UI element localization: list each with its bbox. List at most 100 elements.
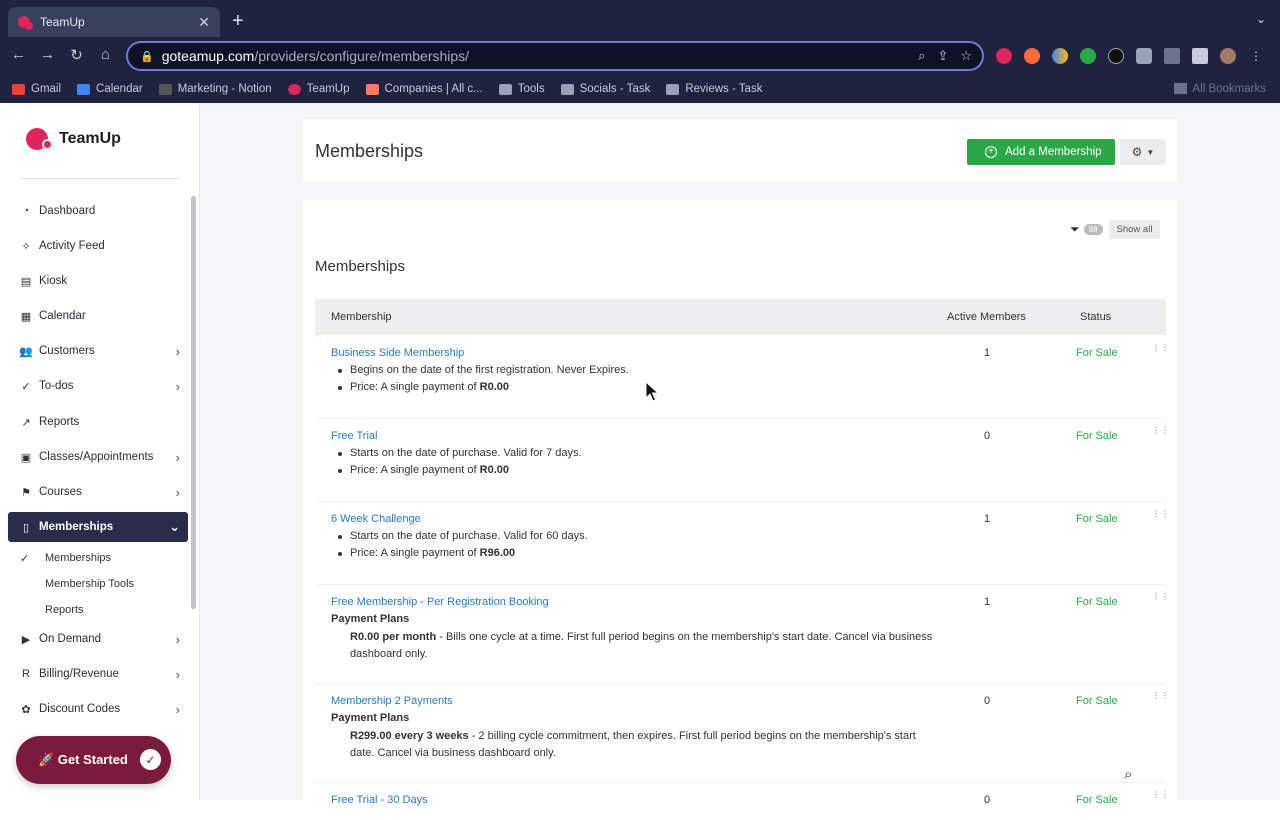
- chevron-right-icon[interactable]: ›: [176, 344, 180, 359]
- filter-icon[interactable]: ⏷: [1070, 222, 1080, 237]
- status-badge: For Sale: [1076, 347, 1118, 359]
- drag-handle-icon[interactable]: ⋮⋮: [1152, 692, 1169, 700]
- payment-plan-detail: R299.00 every 3 weeks - 2 billing cycle …: [350, 728, 940, 762]
- membership-link[interactable]: Free Trial: [331, 430, 377, 442]
- payment-plans-label: Payment Plans: [331, 613, 410, 625]
- sidebar-item-label: Discount Codes: [39, 703, 121, 715]
- share-icon[interactable]: ⇪: [937, 48, 948, 64]
- sidebar-item-billing-revenue[interactable]: R Billing/Revenue ›: [8, 659, 188, 689]
- tab-search-chevron-icon[interactable]: ⌄: [1256, 12, 1266, 26]
- chevron-right-icon[interactable]: ›: [176, 667, 180, 682]
- extension-icon[interactable]: [996, 48, 1012, 64]
- membership-link[interactable]: Membership 2 Payments: [331, 695, 453, 707]
- subnav-membership-tools[interactable]: Membership Tools: [45, 578, 134, 590]
- forward-icon[interactable]: →: [39, 46, 56, 64]
- bookmarks-bar: Gmail Calendar Marketing - Notion TeamUp…: [0, 78, 1280, 100]
- profile-avatar[interactable]: [1220, 48, 1236, 64]
- brand-logo[interactable]: TeamUp: [26, 127, 121, 150]
- bookmark-socials-task[interactable]: Socials - Task: [560, 83, 650, 95]
- bookmark-gmail[interactable]: Gmail: [12, 83, 61, 95]
- extension-icon[interactable]: [1024, 48, 1040, 64]
- courses-icon: ⚑: [21, 486, 31, 499]
- drag-handle-icon[interactable]: ⋮⋮: [1152, 344, 1169, 352]
- home-icon[interactable]: ⌂: [97, 46, 114, 64]
- drag-handle-icon[interactable]: ⋮⋮: [1152, 510, 1169, 518]
- search-icon[interactable]: ⌕: [1124, 766, 1132, 783]
- on-demand-icon: ▶: [21, 633, 31, 646]
- lock-icon[interactable]: 🔒: [140, 50, 154, 63]
- side-panel-icon[interactable]: [1192, 48, 1208, 64]
- price-value: R0.00: [479, 464, 509, 476]
- chevron-right-icon[interactable]: ›: [176, 702, 180, 717]
- sidebar-scrollbar[interactable]: [191, 196, 196, 609]
- membership-price: Price: A single payment of R96.00: [337, 547, 516, 559]
- membership-term: Starts on the date of purchase. Valid fo…: [338, 447, 582, 459]
- status-badge: For Sale: [1076, 430, 1118, 442]
- puzzle-extensions-icon[interactable]: [1136, 48, 1152, 64]
- chevron-right-icon[interactable]: ›: [176, 485, 180, 500]
- membership-link[interactable]: Free Membership - Per Registration Booki…: [331, 596, 549, 608]
- price-prefix: Price: A single payment of: [350, 464, 480, 476]
- teamup-favicon-icon: [18, 16, 30, 28]
- bookmark-companies[interactable]: Companies | All c...: [365, 83, 483, 95]
- membership-link[interactable]: Business Side Membership: [331, 347, 464, 359]
- browser-menu-icon[interactable]: ⋮: [1248, 48, 1264, 64]
- add-membership-button[interactable]: + Add a Membership: [967, 139, 1115, 165]
- extension-icon[interactable]: [1052, 48, 1068, 64]
- sidebar-item-on-demand[interactable]: ▶ On Demand ›: [8, 624, 188, 654]
- sidebar-item-reports[interactable]: ↗ Reports: [8, 407, 188, 437]
- chevron-down-icon[interactable]: ⌄: [169, 519, 180, 535]
- membership-link[interactable]: 6 Week Challenge: [331, 513, 421, 525]
- settings-dropdown-button[interactable]: ⚙ ▼: [1120, 139, 1166, 165]
- sidebar-item-classes-appointments[interactable]: ▣ Classes/Appointments ›: [8, 442, 188, 472]
- sidebar-item-label: Dashboard: [39, 205, 96, 217]
- chevron-right-icon[interactable]: ›: [176, 379, 180, 394]
- back-icon[interactable]: ←: [10, 46, 27, 64]
- active-members-count: 1: [984, 596, 991, 608]
- sidebar-divider: [20, 178, 180, 179]
- subnav-reports[interactable]: Reports: [45, 604, 84, 616]
- browser-tab[interactable]: TeamUp ✕: [8, 7, 220, 37]
- new-tab-button[interactable]: +: [232, 10, 244, 33]
- reading-list-icon[interactable]: [1164, 48, 1180, 64]
- chevron-right-icon[interactable]: ›: [176, 450, 180, 465]
- close-tab-icon[interactable]: ✕: [198, 14, 210, 31]
- extensions-bar: ⋮: [996, 48, 1264, 64]
- active-members-count: 0: [984, 794, 991, 806]
- all-bookmarks[interactable]: All Bookmarks: [1173, 83, 1266, 95]
- get-started-button[interactable]: 🚀 Get Started ✓: [16, 736, 171, 784]
- price-value: R96.00: [479, 547, 516, 559]
- sidebar-item-kiosk[interactable]: ▤ Kiosk: [8, 266, 188, 296]
- zoom-search-icon[interactable]: ⌕: [918, 48, 925, 64]
- bookmark-marketing-notion[interactable]: Marketing - Notion: [158, 83, 272, 95]
- sidebar-item-label: Classes/Appointments: [39, 451, 154, 463]
- bookmark-star-icon[interactable]: ☆: [960, 48, 972, 64]
- sidebar-item-customers[interactable]: 👥 Customers ›: [8, 336, 188, 366]
- bookmark-teamup[interactable]: TeamUp: [287, 83, 350, 95]
- membership-link[interactable]: Free Trial - 30 Days: [331, 794, 428, 806]
- extension-icon[interactable]: [1108, 48, 1124, 64]
- table-row: Free Trial - 30 Days 0 For Sale ⋮⋮: [315, 783, 1169, 820]
- sidebar-item-to-dos[interactable]: ✓ To-dos ›: [8, 371, 188, 401]
- drag-handle-icon[interactable]: ⋮⋮: [1152, 427, 1169, 435]
- sidebar-item-discount-codes[interactable]: ✿ Discount Codes ›: [8, 694, 188, 724]
- sidebar-item-activity-feed[interactable]: ✧ Activity Feed: [8, 231, 188, 261]
- address-bar[interactable]: 🔒 goteamup.com/providers/configure/membe…: [126, 41, 984, 71]
- subnav-memberships[interactable]: Memberships: [45, 552, 111, 564]
- extension-icon[interactable]: [1080, 48, 1096, 64]
- show-all-button[interactable]: Show all: [1108, 220, 1161, 239]
- bookmark-calendar[interactable]: Calendar: [77, 83, 143, 95]
- bookmark-reviews-task[interactable]: Reviews - Task: [666, 83, 762, 95]
- reload-icon[interactable]: ↻: [68, 46, 85, 64]
- bookmark-tools[interactable]: Tools: [498, 83, 545, 95]
- active-members-count: 0: [984, 695, 991, 707]
- drag-handle-icon[interactable]: ⋮⋮: [1152, 791, 1169, 799]
- sidebar-item-calendar[interactable]: ▦ Calendar: [8, 301, 188, 331]
- table-header: Membership Active Members Status: [315, 299, 1166, 335]
- sidebar-item-courses[interactable]: ⚑ Courses ›: [8, 477, 188, 507]
- chevron-right-icon[interactable]: ›: [176, 632, 180, 647]
- sidebar-item-dashboard[interactable]: ◔ Dashboard: [8, 196, 188, 226]
- drag-handle-icon[interactable]: ⋮⋮: [1152, 593, 1169, 601]
- sidebar-item-memberships[interactable]: ▯ Memberships ⌄: [8, 512, 188, 542]
- add-membership-label: Add a Membership: [1005, 146, 1102, 158]
